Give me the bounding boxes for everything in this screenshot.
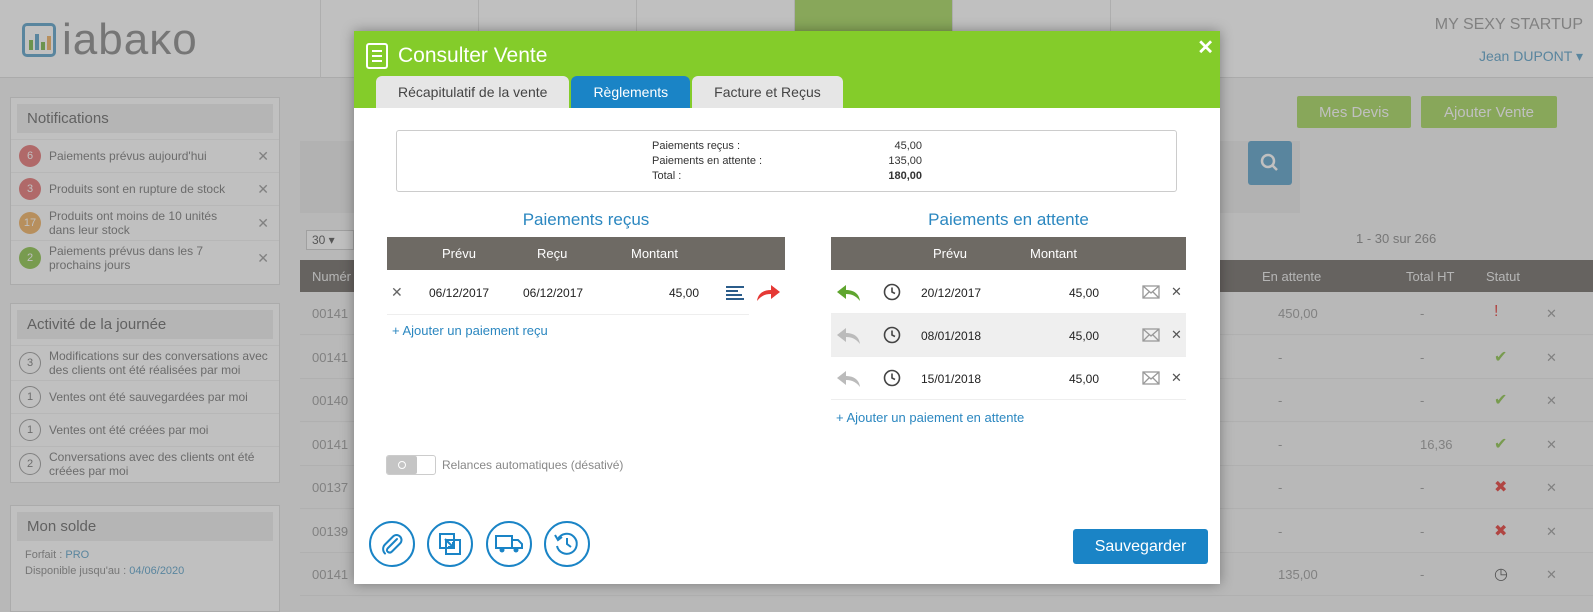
- row-montant: 45,00: [1069, 286, 1100, 300]
- history-button[interactable]: [544, 521, 590, 567]
- history-icon: [554, 532, 578, 555]
- table-row: 08/01/2018 45,00 ✕: [831, 314, 1186, 357]
- relances-toggle[interactable]: [386, 455, 436, 475]
- recus-title: Paiements reçus: [522, 210, 650, 229]
- toggle-knob: [387, 456, 417, 474]
- document-icon: [366, 43, 388, 69]
- delete-icon[interactable]: ✕: [1171, 370, 1182, 386]
- modal-tabs: Récapitulatif de la vente Règlements Fac…: [376, 76, 843, 108]
- summary-recus: Paiements reçus :45,00: [652, 140, 922, 152]
- envelope-icon[interactable]: [1142, 285, 1160, 299]
- consulter-vente-modal: Consulter Vente ✕ Récapitulatif de la ve…: [354, 31, 1220, 584]
- row-prevu: 15/01/2018: [921, 372, 982, 386]
- add-paiement-attente-link[interactable]: + Ajouter un paiement en attente: [836, 410, 1024, 425]
- envelope-icon[interactable]: [1142, 371, 1160, 385]
- clock-icon: [883, 283, 901, 301]
- close-icon[interactable]: ✕: [1197, 35, 1214, 60]
- tab-recapitulatif[interactable]: Récapitulatif de la vente: [376, 76, 570, 108]
- duplicate-icon: [439, 533, 461, 555]
- reply-arrow-icon[interactable]: [836, 370, 862, 388]
- delete-icon[interactable]: ✕: [1171, 327, 1182, 343]
- reply-arrow-icon[interactable]: [836, 284, 862, 302]
- attente-table-header: Prévu Montant: [831, 237, 1186, 270]
- reply-arrow-icon[interactable]: [836, 327, 862, 345]
- table-row: ✕ 06/12/2017 06/12/2017 45,00: [387, 271, 749, 315]
- relances-label: Relances automatiques (désativé): [442, 458, 624, 472]
- clock-icon: [883, 326, 901, 344]
- paperclip-icon: [382, 534, 403, 555]
- save-button[interactable]: Sauvegarder: [1073, 529, 1208, 564]
- truck-icon: [495, 535, 523, 553]
- attente-title: Paiements en attente: [928, 210, 1089, 229]
- details-icon[interactable]: [725, 284, 745, 302]
- duplicate-button[interactable]: [427, 521, 473, 567]
- delete-icon[interactable]: ✕: [391, 284, 403, 301]
- delivery-button[interactable]: [486, 521, 532, 567]
- row-prevu: 20/12/2017: [921, 286, 982, 300]
- modal-title: Consulter Vente: [398, 44, 548, 67]
- tab-facture[interactable]: Facture et Reçus: [692, 76, 843, 108]
- row-montant: 45,00: [1069, 372, 1100, 386]
- table-row: 20/12/2017 45,00 ✕: [831, 271, 1186, 314]
- envelope-icon[interactable]: [1142, 328, 1160, 342]
- modal-header: Consulter Vente ✕ Récapitulatif de la ve…: [354, 31, 1220, 108]
- delete-icon[interactable]: ✕: [1171, 284, 1182, 300]
- attachment-button[interactable]: [369, 521, 415, 567]
- add-paiement-recu-link[interactable]: + Ajouter un paiement reçu: [392, 323, 548, 338]
- summary-total: Total :180,00: [652, 170, 922, 182]
- tab-reglements[interactable]: Règlements: [571, 76, 691, 108]
- recus-table-header: Prévu Reçu Montant: [387, 237, 785, 270]
- row-montant: 45,00: [1069, 329, 1100, 343]
- forward-arrow-icon[interactable]: [755, 284, 781, 302]
- payment-summary: Paiements reçus :45,00 Paiements en atte…: [396, 130, 1177, 192]
- table-row: 15/01/2018 45,00 ✕: [831, 357, 1186, 400]
- row-prevu: 08/01/2018: [921, 329, 982, 343]
- summary-attente: Paiements en attente :135,00: [652, 155, 922, 167]
- clock-icon: [883, 369, 901, 387]
